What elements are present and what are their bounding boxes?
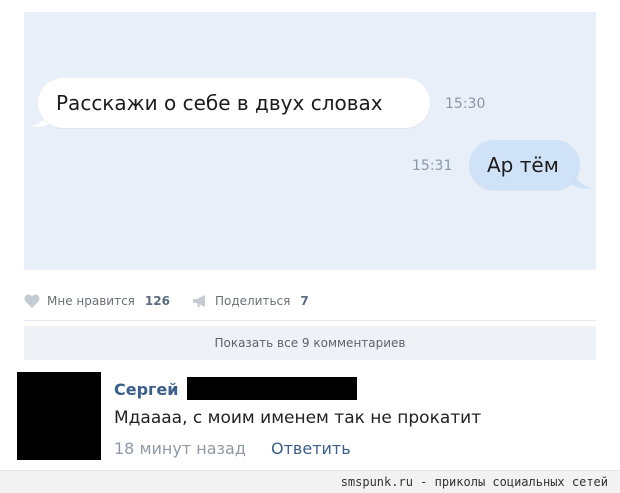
share-button[interactable]: Поделиться 7 — [192, 294, 309, 308]
share-label: Поделиться — [214, 294, 291, 308]
share-count: 7 — [300, 294, 309, 308]
divider — [24, 320, 596, 321]
reply-link[interactable]: Ответить — [271, 439, 351, 458]
incoming-message-bubble: Расскажи о себе в двух словах — [38, 78, 430, 128]
post-actions: Мне нравится 126 Поделиться 7 — [24, 292, 309, 310]
outgoing-message-time: 15:31 — [412, 158, 453, 174]
outgoing-message-bubble: Ар тём — [469, 140, 580, 190]
comment-author-name[interactable]: Сергей — [114, 380, 178, 399]
avatar[interactable] — [17, 372, 101, 460]
like-label: Мне нравится — [47, 294, 135, 308]
watermark-footer: smspunk.ru - приколы социальных сетей — [0, 470, 620, 493]
show-all-comments-button[interactable]: Показать все 9 комментариев — [24, 326, 596, 360]
redacted-surname — [187, 377, 357, 400]
heart-icon — [24, 294, 40, 308]
like-count: 126 — [144, 294, 170, 308]
outgoing-message-text: Ар тём — [487, 153, 559, 177]
megaphone-icon — [192, 295, 205, 307]
comment-timestamp[interactable]: 18 минут назад — [114, 439, 246, 458]
comment-text: Мдаааа, с моим именем так не прокатит — [114, 408, 482, 428]
incoming-message-time: 15:30 — [445, 96, 486, 112]
incoming-message-text: Расскажи о себе в двух словах — [56, 91, 383, 115]
like-button[interactable]: Мне нравится 126 — [24, 294, 170, 308]
